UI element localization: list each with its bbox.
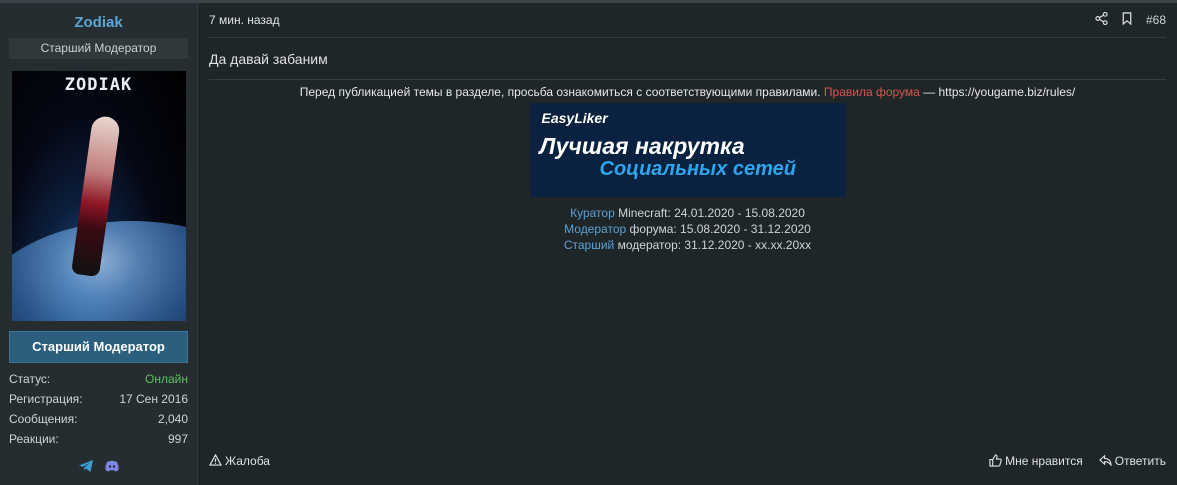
post-number[interactable]: #68: [1146, 13, 1166, 27]
role-highlight: Куратор: [570, 206, 615, 220]
username[interactable]: Zodiak: [9, 14, 188, 34]
user-title: Старший Модератор: [9, 38, 188, 59]
post-message: Да давай забаним: [209, 51, 328, 67]
role-line: Старший модератор: 31.12.2020 - xx.xx.20…: [209, 237, 1166, 253]
discord-icon[interactable]: [104, 458, 120, 474]
warning-icon: [208, 453, 223, 469]
user-contacts: [9, 458, 188, 474]
stat-row-status: Статус: Онлайн: [9, 369, 188, 389]
role-text: форума: 15.08.2020 - 31.12.2020: [629, 222, 811, 236]
ad-line1: Лучшая накрутка: [539, 133, 745, 159]
rules-suffix: — https://yougame.biz/rules/: [923, 85, 1076, 99]
rules-prefix: Перед публикацией темы в разделе, просьб…: [299, 85, 821, 99]
bookmark-icon[interactable]: [1121, 12, 1133, 28]
stat-value: 17 Сен 2016: [119, 392, 188, 406]
post-time[interactable]: 7 мин. назад: [209, 13, 280, 27]
stat-value: 2,040: [157, 412, 188, 426]
rules-notice: Перед публикацией темы в разделе, просьб…: [209, 85, 1166, 99]
stat-row-messages: Сообщения: 2,040: [9, 409, 188, 429]
report-label: Жалоба: [225, 454, 270, 468]
role-text: модератор: 31.12.2020 - xx.xx.20xx: [617, 238, 812, 252]
post-meta: 7 мин. назад #68: [209, 3, 1166, 38]
stat-label: Реакции:: [9, 432, 59, 446]
ad-brand: EasyLiker: [541, 110, 608, 126]
avatar[interactable]: ZODIAK: [11, 71, 186, 321]
role-line: Куратор Minecraft: 24.01.2020 - 15.08.20…: [209, 205, 1166, 221]
user-stats: Статус: Онлайн Регистрация: 17 Сен 2016 …: [9, 369, 188, 449]
rules-link[interactable]: Правила форума: [824, 85, 920, 99]
user-banner: Старший Модератор: [9, 331, 188, 363]
like-button[interactable]: Мне нравится: [989, 454, 1083, 470]
ad-line2: Социальных сетей: [599, 158, 796, 180]
reply-label: Ответить: [1114, 454, 1166, 468]
role-history: Куратор Minecraft: 24.01.2020 - 15.08.20…: [209, 205, 1166, 253]
stat-label: Регистрация:: [9, 392, 83, 406]
stat-row-registration: Регистрация: 17 Сен 2016: [9, 389, 188, 409]
post-actions: #68: [1095, 11, 1166, 28]
role-line: Модератор форума: 15.08.2020 - 31.12.202…: [209, 221, 1166, 237]
stat-value: Онлайн: [145, 372, 188, 386]
post-main: 7 мин. назад #68 Да давай забаним Перед …: [198, 3, 1177, 485]
footer-actions: Мне нравится Ответить: [989, 454, 1166, 470]
stat-label: Сообщения:: [9, 412, 78, 426]
avatar-logo: ZODIAK: [64, 75, 133, 95]
share-icon[interactable]: [1095, 11, 1108, 28]
role-highlight: Модератор: [564, 222, 627, 236]
like-label: Мне нравится: [1005, 454, 1083, 469]
forum-post: Zodiak Старший Модератор ZODIAK Старший …: [0, 0, 1177, 485]
user-sidebar: Zodiak Старший Модератор ZODIAK Старший …: [0, 3, 198, 485]
telegram-icon[interactable]: [78, 458, 94, 474]
ad-banner[interactable]: EasyLiker Лучшая накрутка Социальных сет…: [529, 103, 846, 197]
reply-icon: [1098, 454, 1112, 469]
report-button[interactable]: Жалоба: [208, 453, 270, 470]
stat-value: 997: [167, 432, 188, 446]
post-footer: Жалоба Мне нравится Ответить: [208, 453, 1166, 470]
reply-button[interactable]: Ответить: [1098, 454, 1166, 470]
thumbs-up-icon: [989, 454, 1002, 470]
role-text: Minecraft: 24.01.2020 - 15.08.2020: [618, 206, 805, 220]
stat-row-reactions: Реакции: 997: [9, 429, 188, 449]
signature: Перед публикацией темы в разделе, просьб…: [209, 79, 1166, 253]
role-highlight: Старший: [563, 238, 615, 252]
stat-label: Статус:: [9, 372, 51, 386]
